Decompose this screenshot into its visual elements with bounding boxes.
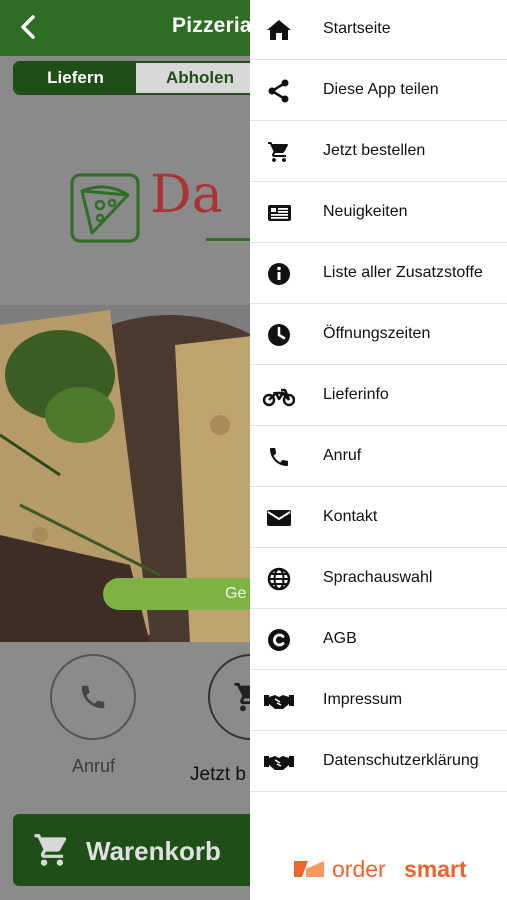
menu-item-call[interactable]: Anruf	[250, 427, 507, 487]
menu-item-label: Jetzt bestellen	[323, 142, 426, 159]
globe-icon	[267, 567, 291, 591]
order-label: Jetzt b	[190, 764, 246, 785]
menu-item-label: Anruf	[323, 447, 362, 464]
cart-icon	[34, 834, 67, 866]
back-arrow-icon[interactable]	[14, 12, 44, 42]
copyright-icon	[268, 629, 290, 651]
call-circle-button[interactable]	[50, 654, 136, 740]
menu-item-terms[interactable]: AGB	[250, 610, 507, 670]
menu-item-home[interactable]: Startseite	[250, 0, 507, 60]
brand-text-order: order	[332, 856, 386, 882]
handshake-icon	[264, 756, 294, 770]
phone-icon	[81, 685, 105, 709]
logo-text: Da	[150, 165, 223, 225]
cart-label: Warenkorb	[86, 836, 221, 866]
navigation-drawer: Startseite Diese App teilen Jetzt bestel…	[250, 0, 507, 900]
menu-item-privacy[interactable]: Datenschutzerklärung	[250, 732, 507, 792]
call-label: Anruf	[72, 756, 116, 776]
brand-text-smart: smart	[404, 856, 467, 882]
menu-item-label: Kontakt	[323, 508, 378, 525]
app-title: Pizzeria	[172, 14, 252, 37]
menu-item-share[interactable]: Diese App teilen	[250, 61, 507, 121]
share-icon	[268, 79, 289, 103]
cart-icon	[268, 142, 288, 162]
pizza-slice-logo-icon	[70, 173, 140, 243]
info-icon	[268, 263, 290, 285]
menu-item-order[interactable]: Jetzt bestellen	[250, 122, 507, 182]
clock-icon	[268, 324, 290, 346]
deliver-tab[interactable]: Liefern	[15, 63, 136, 93]
menu-item-language[interactable]: Sprachauswahl	[250, 549, 507, 609]
menu-item-label: Öffnungszeiten	[323, 325, 431, 342]
envelope-icon	[267, 510, 291, 526]
newspaper-icon	[268, 205, 291, 221]
motorcycle-icon	[263, 388, 295, 407]
menu-item-label: AGB	[323, 630, 357, 647]
handshake-icon	[264, 695, 294, 709]
menu-item-news[interactable]: Neuigkeiten	[250, 183, 507, 243]
menu-item-label: Liste aller Zusatzstoffe	[323, 264, 483, 281]
menu-item-imprint[interactable]: Impressum	[250, 671, 507, 731]
menu-item-label: Startseite	[323, 20, 391, 37]
menu-item-contact[interactable]: Kontakt	[250, 488, 507, 548]
menu-item-label: Neuigkeiten	[323, 203, 408, 220]
order-smart-logo-icon	[294, 861, 324, 877]
logo-underline	[206, 238, 256, 241]
menu-item-label: Lieferinfo	[323, 386, 389, 403]
menu-item-label: Impressum	[323, 691, 403, 708]
phone-icon	[270, 448, 288, 466]
home-icon	[267, 20, 291, 40]
menu-item-opening-hours[interactable]: Öffnungszeiten	[250, 305, 507, 365]
menu-item-label: Diese App teilen	[323, 81, 439, 98]
menu-item-delivery-info[interactable]: Lieferinfo	[250, 366, 507, 426]
menu-item-additives[interactable]: Liste aller Zusatzstoffe	[250, 244, 507, 304]
menu-item-label: Sprachauswahl	[323, 569, 433, 586]
menu-item-label: Datenschutzerklärung	[323, 752, 479, 769]
